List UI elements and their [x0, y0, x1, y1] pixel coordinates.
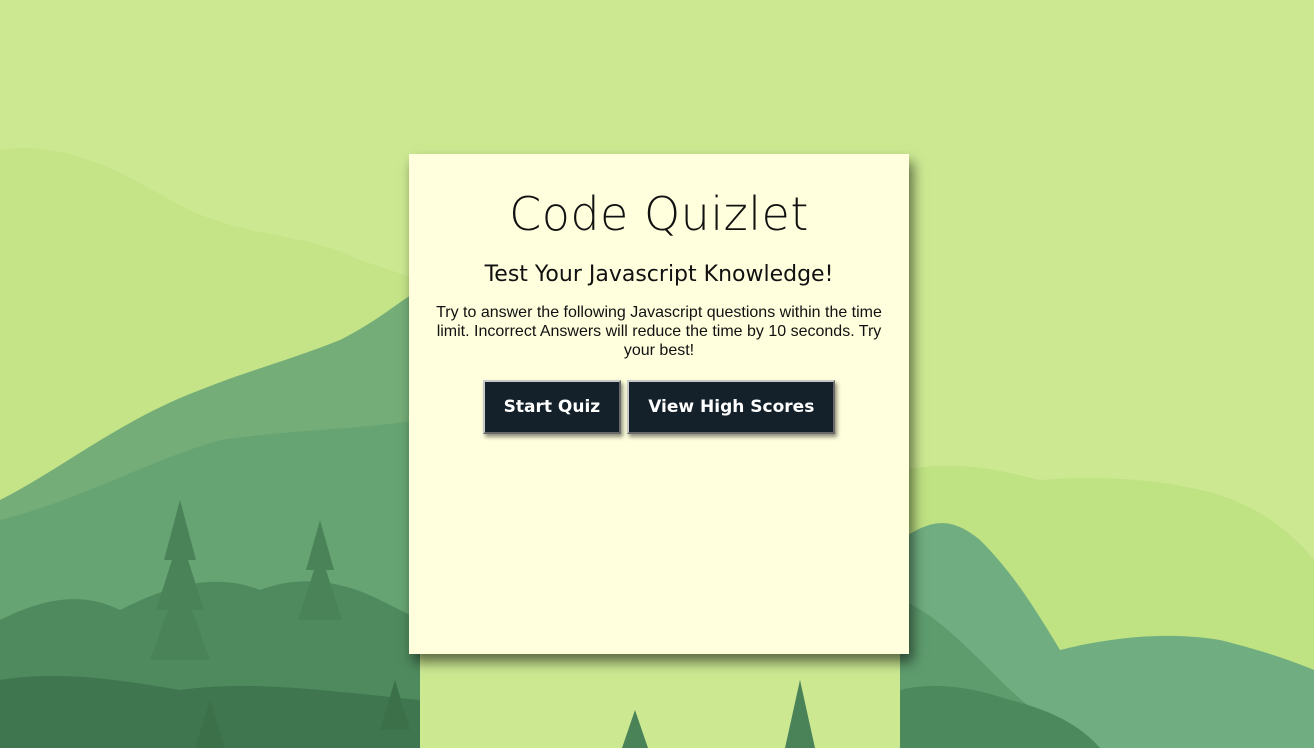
- quiz-card: Code Quizlet Test Your Javascript Knowle…: [409, 154, 909, 654]
- button-group: Start Quiz View High Scores: [409, 380, 909, 434]
- quiz-subtitle: Test Your Javascript Knowledge!: [484, 262, 834, 287]
- page-title: Code Quizlet: [509, 187, 809, 241]
- quiz-description: Try to answer the following Javascript q…: [436, 304, 882, 359]
- start-quiz-button[interactable]: Start Quiz: [482, 380, 622, 434]
- view-high-scores-button[interactable]: View High Scores: [627, 380, 836, 434]
